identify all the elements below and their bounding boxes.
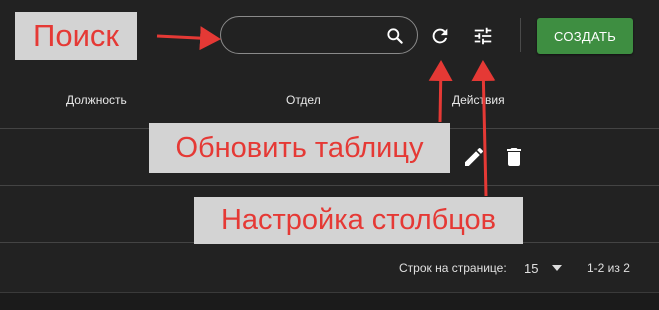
annotation-search: Поиск: [15, 12, 137, 60]
annotation-refresh: Обновить таблицу: [149, 123, 450, 173]
bottom-bar: [0, 292, 659, 310]
dropdown-arrow-icon: [552, 265, 562, 271]
rows-per-page-select[interactable]: 15: [524, 256, 570, 280]
column-settings-icon: [474, 27, 492, 45]
column-settings-button[interactable]: [469, 22, 497, 50]
column-header-department[interactable]: Отдел: [286, 93, 321, 107]
search-icon[interactable]: [385, 26, 405, 46]
search-field[interactable]: [220, 16, 418, 54]
refresh-icon: [432, 28, 448, 44]
search-input[interactable]: [235, 25, 389, 47]
column-header-actions: Действия: [452, 93, 505, 107]
arrow-to-search: [156, 26, 221, 51]
rows-per-page-value: 15: [524, 261, 539, 276]
create-button[interactable]: СОЗДАТЬ: [537, 18, 633, 54]
column-header-title[interactable]: Должность: [66, 93, 127, 107]
delete-icon[interactable]: [502, 145, 526, 169]
arrow-to-refresh: [428, 60, 453, 123]
annotation-column-settings: Настройка столбцов: [194, 197, 523, 244]
pagination-range: 1-2 из 2: [587, 261, 630, 275]
refresh-button[interactable]: [426, 22, 454, 50]
toolbar-divider: [520, 18, 521, 52]
rows-per-page-label: Строк на странице:: [399, 261, 507, 275]
edit-icon[interactable]: [462, 145, 486, 169]
